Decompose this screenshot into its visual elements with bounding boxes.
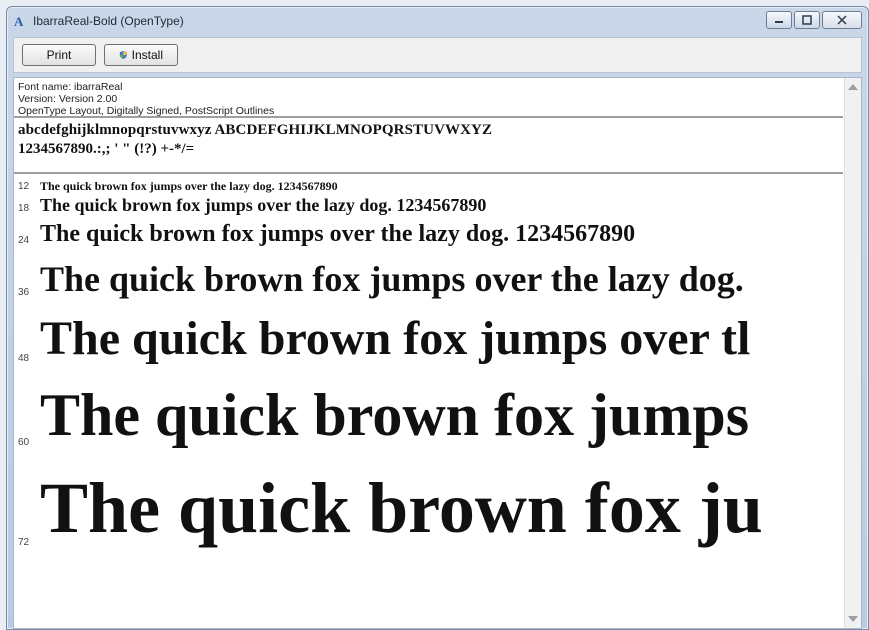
sample-size: 60 — [18, 437, 30, 448]
svg-text:A: A — [14, 14, 24, 28]
sample-text: The quick brown fox jumps over tl — [40, 312, 751, 365]
sample-size: 18 — [18, 203, 30, 214]
install-button-label: Install — [131, 48, 163, 62]
font-viewer-window: A IbarraReal-Bold (OpenType) Print Insta… — [6, 6, 869, 630]
sample-size: 24 — [18, 235, 30, 246]
title-bar[interactable]: A IbarraReal-Bold (OpenType) — [7, 7, 868, 35]
charset-numbers-symbols: 1234567890.:,; ' " (!?) +-*/= — [18, 141, 195, 157]
close-icon — [837, 15, 847, 25]
sample-row: 36 The quick brown fox jumps over the la… — [18, 248, 861, 300]
sample-text: The quick brown fox jumps — [40, 382, 750, 448]
sample-row: 18 The quick brown fox jumps over the la… — [18, 194, 861, 216]
close-button[interactable] — [822, 11, 862, 29]
sample-row: 24 The quick brown fox jumps over the la… — [18, 216, 861, 248]
window-title: IbarraReal-Bold (OpenType) — [33, 14, 184, 28]
font-version: Version: Version 2.00 — [18, 93, 118, 105]
sample-text: The quick brown fox jumps over the lazy … — [40, 195, 487, 215]
sample-size: 12 — [18, 181, 30, 192]
sample-size: 72 — [18, 537, 30, 548]
shield-icon — [119, 50, 127, 60]
window-controls — [766, 11, 862, 29]
sample-row: 60 The quick brown fox jumps — [18, 366, 861, 450]
toolbar: Print Install — [13, 37, 862, 73]
sample-text: The quick brown fox ju — [40, 468, 763, 548]
minimize-icon — [775, 21, 783, 23]
font-name: Font name: ibarraReal — [18, 81, 123, 93]
maximize-icon — [802, 15, 812, 25]
sample-text: The quick brown fox jumps over the lazy … — [40, 179, 338, 193]
font-preview-pane: Font name: ibarraReal Version: Version 2… — [13, 77, 862, 629]
sample-list: 12 The quick brown fox jumps over the la… — [14, 179, 861, 550]
vertical-scrollbar[interactable] — [844, 78, 861, 628]
sample-size: 48 — [18, 353, 30, 364]
maximize-button[interactable] — [794, 11, 820, 29]
sample-row: 72 The quick brown fox ju — [18, 450, 861, 550]
print-button-label: Print — [46, 48, 72, 62]
scroll-down-icon[interactable] — [848, 616, 858, 622]
sample-text: The quick brown fox jumps over the lazy … — [40, 259, 744, 299]
font-info: Font name: ibarraReal Version: Version 2… — [14, 78, 861, 117]
minimize-button[interactable] — [766, 11, 792, 29]
sample-size: 36 — [18, 287, 30, 298]
scroll-up-icon[interactable] — [848, 84, 858, 90]
divider — [14, 172, 843, 174]
charset-letters: abcdefghijklmnopqrstuvwxyz ABCDEFGHIJKLM… — [18, 122, 493, 138]
print-button[interactable]: Print — [22, 44, 96, 66]
sample-row: 48 The quick brown fox jumps over tl — [18, 300, 861, 366]
install-button[interactable]: Install — [104, 44, 178, 66]
sample-row: 12 The quick brown fox jumps over the la… — [18, 179, 861, 194]
font-viewer-icon: A — [13, 14, 27, 28]
sample-text: The quick brown fox jumps over the lazy … — [40, 221, 636, 247]
character-set: abcdefghijklmnopqrstuvwxyz ABCDEFGHIJKLM… — [14, 118, 861, 172]
